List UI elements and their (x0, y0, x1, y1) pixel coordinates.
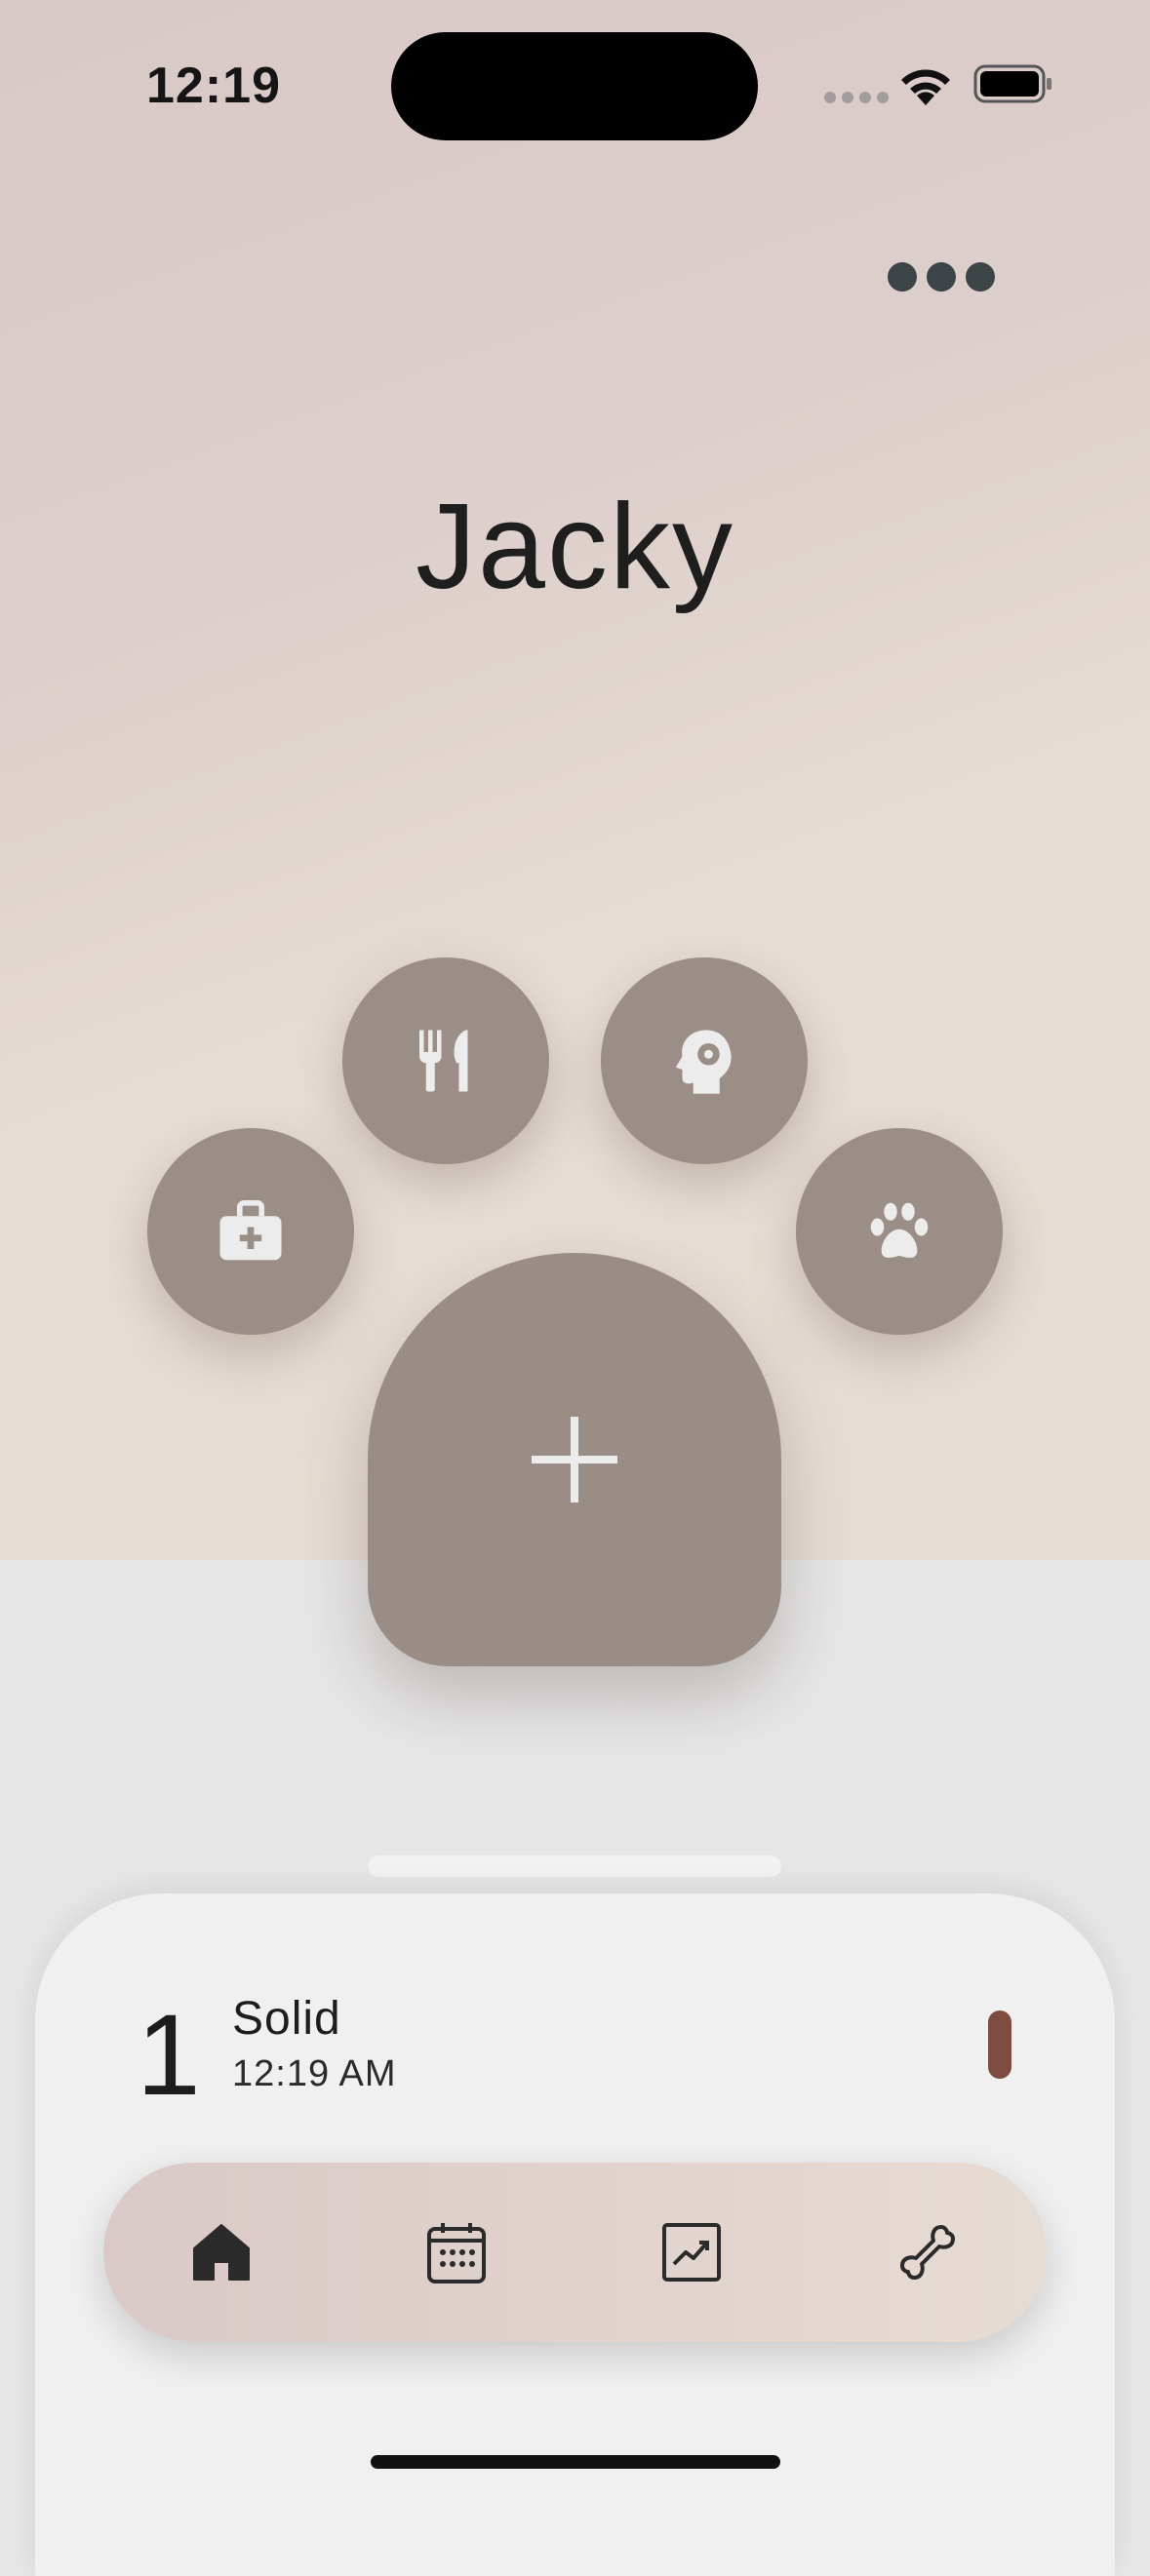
more-options-button[interactable] (888, 255, 1005, 298)
tab-stats[interactable] (658, 2219, 725, 2285)
tab-calendar[interactable] (423, 2219, 490, 2285)
bone-icon (900, 2225, 955, 2280)
head-gear-icon (675, 1030, 732, 1094)
entry-time-label: 12:19 AM (232, 2053, 397, 2094)
sheet-grabber-handle[interactable] (368, 1855, 781, 1877)
status-time: 12:19 (146, 58, 281, 114)
more-dot-icon (927, 262, 956, 292)
cellular-signal-icon (824, 92, 889, 103)
entry-index: 1 (137, 1991, 201, 2120)
dynamic-island (391, 32, 758, 140)
medical-kit-icon (219, 1199, 282, 1261)
tab-bone[interactable] (894, 2219, 961, 2285)
activity-log-button[interactable] (796, 1128, 1003, 1335)
trend-chart-icon (662, 2223, 721, 2282)
tab-home[interactable] (188, 2219, 255, 2285)
calendar-icon (427, 2223, 486, 2283)
behavior-log-button[interactable] (601, 957, 808, 1164)
wifi-icon (901, 69, 950, 105)
paw-icon (870, 1202, 929, 1258)
pet-name-title: Jacky (416, 480, 734, 614)
fork-knife-icon (419, 1030, 468, 1092)
more-dot-icon (966, 262, 995, 292)
add-entry-button[interactable] (368, 1253, 781, 1666)
food-log-button[interactable] (342, 957, 549, 1164)
entry-color-indicator (988, 2010, 1011, 2079)
battery-icon (973, 64, 1051, 103)
medical-log-button[interactable] (147, 1128, 354, 1335)
home-indicator (371, 2455, 780, 2469)
plus-icon (532, 1417, 617, 1503)
entry-type-label: Solid (232, 1993, 341, 2045)
home-icon (193, 2224, 250, 2281)
more-dot-icon (888, 262, 917, 292)
